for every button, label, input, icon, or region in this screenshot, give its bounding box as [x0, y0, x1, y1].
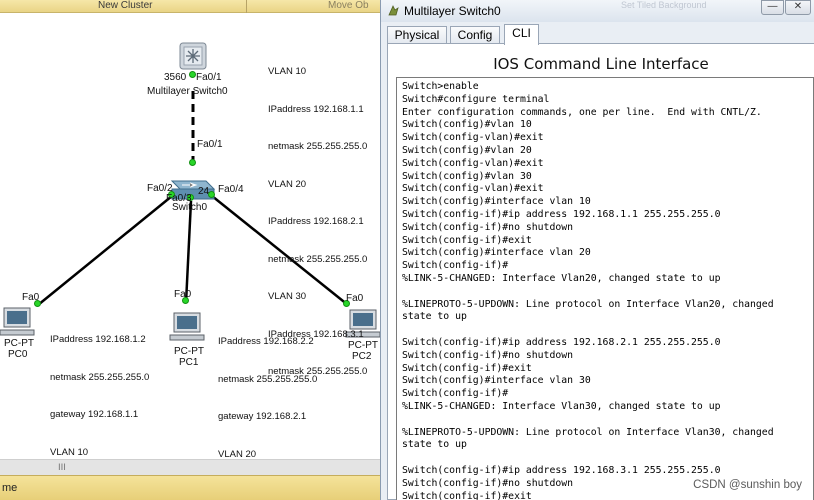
cluster-label[interactable]: New Cluster [98, 0, 152, 12]
multilayer-switch-icon [179, 42, 207, 70]
cli-line: Switch(config)#vlan 20 [402, 144, 532, 156]
pc1-model-label: PC-PT [174, 346, 204, 357]
cli-console[interactable]: Switch>enable Switch#configure terminal En… [396, 77, 814, 500]
window-titlebar[interactable]: Multilayer Switch0 Set Tiled Background … [381, 0, 814, 22]
link-light-switch-up [189, 159, 196, 166]
move-object-label[interactable]: Move Ob [328, 0, 369, 12]
workspace-horizontal-scrollbar[interactable]: III [0, 459, 380, 475]
device-window: Multilayer Switch0 Set Tiled Background … [380, 0, 814, 500]
pc0-icon [0, 307, 35, 336]
cli-line: Switch(config-if)#exit [402, 234, 532, 246]
cli-line [402, 452, 813, 465]
minimize-button[interactable]: — [761, 0, 784, 15]
cable-switch-pc0 [37, 195, 173, 306]
pc1-name-label[interactable]: PC1 [179, 357, 198, 368]
cable-switch-pc1 [184, 200, 193, 304]
cli-line: Switch(config-if)#ip address 192.168.2.1… [402, 336, 721, 348]
workspace-topbar: New Cluster Move Ob [0, 0, 380, 13]
workspace-status-bar: me [0, 475, 380, 500]
cli-line: state to up [402, 439, 467, 451]
cli-line: state to up [402, 311, 467, 323]
switch-model-label: 24 [198, 186, 210, 197]
tab-physical[interactable]: Physical [387, 26, 447, 44]
cli-line [402, 286, 813, 299]
cli-line: Switch(config-if)# [402, 388, 509, 400]
cli-line: Switch>enable [402, 81, 479, 92]
link-light-multilayer [189, 71, 196, 78]
cli-line: Switch(config)#vlan 10 [402, 119, 532, 131]
pc0-name-label[interactable]: PC0 [8, 349, 27, 360]
cli-line: Switch#configure terminal [402, 93, 550, 105]
status-text: me [2, 482, 18, 494]
multilayer-model-label: 3560 [164, 72, 187, 83]
cli-line: Switch(config)#vlan 30 [402, 170, 532, 182]
background-ghost-text: Set Tiled Background [621, 0, 707, 10]
pc0-port-label: Fa0 [22, 292, 40, 303]
window-title: Multilayer Switch0 [404, 4, 501, 18]
logical-workspace[interactable]: 3560 Fa0/1 Multilayer Switch0 Fa0/1 Fa0/… [0, 13, 380, 460]
tab-cli[interactable]: CLI [504, 24, 539, 45]
switch-name-label[interactable]: Switch0 [172, 202, 207, 213]
cli-line: Switch(config-vlan)#exit [402, 183, 544, 195]
cli-line: Switch(config-if)#no shutdown [402, 221, 574, 233]
cli-line [402, 324, 813, 337]
multilayer-port-label: Fa0/1 [196, 72, 222, 83]
cli-heading: IOS Command Line Interface [493, 55, 709, 73]
pc0-config-note: IPaddress 192.168.1.2 netmask 255.255.25… [50, 334, 150, 458]
cli-line: Switch(config-if)#ip address 192.168.3.1… [402, 464, 721, 476]
multilayer-name-label[interactable]: Multilayer Switch0 [147, 86, 228, 97]
watermark: CSDN @sunshin boy [693, 479, 802, 491]
topbar-divider [246, 0, 247, 13]
cli-line: Switch(config)#interface vlan 10 [402, 196, 591, 208]
cli-line: %LINEPROTO-5-UPDOWN: Line protocol on In… [402, 298, 774, 310]
cli-output[interactable]: Switch>enable Switch#configure terminal En… [397, 78, 813, 500]
pc1-port-label: Fa0 [174, 289, 192, 300]
cli-line: %LINK-5-CHANGED: Interface Vlan30, chang… [402, 400, 721, 412]
pc1-icon [169, 312, 205, 341]
switch-port-up-label: Fa0/1 [197, 139, 223, 150]
close-button[interactable]: ✕ [785, 0, 811, 15]
cli-line: Switch(config-vlan)#exit [402, 132, 544, 144]
tab-config[interactable]: Config [450, 26, 500, 44]
cli-line: %LINEPROTO-5-UPDOWN: Line protocol on In… [402, 426, 774, 438]
cli-line: Switch(config)#interface vlan 20 [402, 247, 591, 259]
cli-line: Switch(config-if)#no shutdown [402, 349, 574, 361]
cli-line: %LINK-5-CHANGED: Interface Vlan20, chang… [402, 272, 721, 284]
cli-line: Switch(config-vlan)#exit [402, 157, 544, 169]
packet-tracer-icon [388, 5, 399, 16]
cli-line: Switch(config-if)#exit [402, 362, 532, 374]
cli-line: Switch(config)#interface vlan 30 [402, 375, 591, 387]
scrollbar-grip[interactable]: III [58, 463, 66, 473]
cli-line: Switch(config-if)#exit [402, 490, 532, 500]
cli-line [402, 414, 813, 427]
cli-line: Enter configuration commands, one per li… [402, 106, 762, 118]
cli-panel: IOS Command Line Interface Switch>enable… [387, 43, 814, 500]
switch-port-right-label: Fa0/4 [218, 184, 244, 195]
pc0-model-label: PC-PT [4, 338, 34, 349]
cli-line: Switch(config-if)#ip address 192.168.1.1… [402, 208, 721, 220]
cli-line: Switch(config-if)# [402, 260, 509, 272]
